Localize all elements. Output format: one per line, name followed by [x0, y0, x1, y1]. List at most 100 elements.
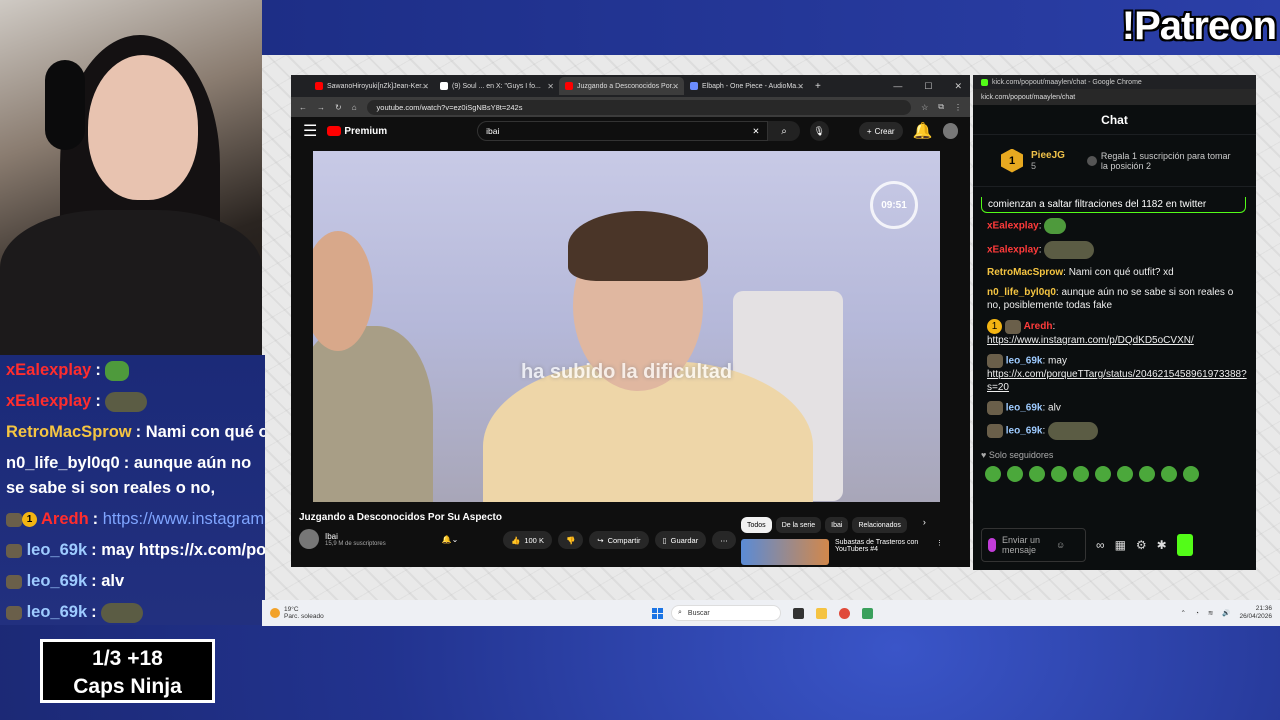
gift-sub-cta[interactable]: Regala 1 suscripción para tomar la posic… — [1086, 151, 1231, 171]
chip-relacionados[interactable]: Relacionados — [852, 517, 907, 533]
tray-chevron-icon[interactable]: ⌃ — [1181, 609, 1186, 617]
quick-emote-row — [973, 466, 1256, 482]
search-icon: ⌕ — [678, 609, 682, 616]
task-view-icon[interactable] — [793, 607, 804, 619]
chat-link[interactable]: https://x.com/porqueTTarg/status/2046215… — [987, 369, 1247, 393]
close-tab-icon[interactable]: ✕ — [422, 82, 429, 91]
wifi-icon[interactable]: ≋ — [1208, 609, 1213, 617]
puzzle-icon[interactable]: ✱ — [1157, 538, 1167, 552]
chat-username[interactable]: RetroMacSprow — [987, 267, 1063, 278]
windows-start-icon[interactable] — [652, 607, 663, 619]
chrome-icon[interactable] — [839, 607, 850, 619]
emoji-icon[interactable]: ☺ — [1056, 540, 1065, 550]
settings-gear-icon[interactable]: ⚙ — [1136, 538, 1147, 552]
youtube-play-icon — [327, 126, 342, 136]
overlay-chat-line: leo_69k: — [0, 597, 265, 628]
forward-icon[interactable]: → — [317, 103, 325, 112]
recommended-menu-icon[interactable]: ⋮ — [936, 539, 943, 565]
quick-emote-icon[interactable] — [1073, 466, 1089, 482]
app-icon[interactable] — [862, 607, 873, 619]
quick-emote-icon[interactable] — [1183, 466, 1199, 482]
quick-emote-icon[interactable] — [1051, 466, 1067, 482]
chat-username[interactable]: leo_69k — [1006, 426, 1043, 437]
more-actions-icon[interactable]: ⋯ — [712, 531, 736, 549]
taskbar-search[interactable]: ⌕ Buscar — [671, 605, 781, 621]
menu-dots-icon[interactable]: ⋮ — [954, 103, 962, 112]
video-player[interactable]: ha subido la dificultad 09:51 — [313, 151, 940, 502]
quick-emote-icon[interactable] — [1029, 466, 1045, 482]
chat-username[interactable]: n0_life_byl0q0 — [987, 287, 1056, 298]
overlay-chat-sep: : — [91, 603, 97, 621]
emotes-icon[interactable]: ∞ — [1096, 538, 1105, 552]
youtube-logo[interactable]: Premium — [327, 126, 387, 137]
chip-de-la-serie[interactable]: De la serie — [775, 517, 822, 533]
quick-emote-icon[interactable] — [1117, 466, 1133, 482]
file-explorer-icon[interactable] — [816, 607, 827, 619]
store-icon[interactable]: ▦ — [1115, 538, 1126, 552]
weather-temp: 19°C — [284, 606, 299, 613]
browser-tab[interactable]: (9) Soul ... en X: "Guys I fo... ✕ — [434, 77, 559, 95]
minimize-icon[interactable]: — — [893, 81, 902, 92]
new-tab-icon[interactable]: + — [815, 81, 821, 92]
back-icon[interactable]: ← — [299, 103, 307, 112]
quick-emote-icon[interactable] — [985, 466, 1001, 482]
chat-username[interactable]: leo_69k — [1006, 403, 1043, 414]
dislike-button[interactable]: 👎 — [557, 531, 584, 549]
clock[interactable]: 21:36 26/04/2026 — [1239, 605, 1272, 621]
mic-icon[interactable] — [988, 538, 996, 552]
browser-tab[interactable]: Elbaph - One Piece - AudioMa... ✕ — [684, 77, 809, 95]
voice-search-icon[interactable]: 🎙 — [809, 121, 829, 141]
volume-icon[interactable]: 🔊 — [1222, 609, 1230, 617]
save-button[interactable]: ▯ Guardar — [654, 531, 707, 549]
weather-widget[interactable]: 19°C Parc. soleado — [262, 606, 652, 620]
kick-url-bar[interactable]: kick.com/popout/maaylen/chat — [973, 89, 1256, 105]
browser-tab[interactable]: SawanoHiroyuki[nZk]Jean-Ker... ✕ — [309, 77, 434, 95]
overlay-chat-user: leo_69k — [26, 541, 88, 559]
like-button[interactable]: 👍 100 K — [503, 531, 552, 549]
account-avatar[interactable] — [942, 123, 959, 139]
quick-emote-icon[interactable] — [1139, 466, 1155, 482]
hamburger-menu-icon[interactable]: ☰ — [303, 121, 317, 141]
close-tab-icon[interactable]: ✕ — [672, 82, 679, 91]
quick-emote-icon[interactable] — [1095, 466, 1111, 482]
chat-link[interactable]: https://www.instagram.com/p/DQdKD5oCVXN/ — [987, 335, 1194, 346]
search-button[interactable]: ⌕ — [768, 121, 800, 141]
chat-username[interactable]: Aredh — [1024, 321, 1053, 332]
extensions-icon[interactable]: ⧉ — [938, 102, 944, 112]
chat-message: n0_life_byl0q0: aunque aún no se sabe si… — [987, 287, 1234, 311]
network-icon[interactable]: ◔ — [1195, 610, 1199, 617]
close-tab-icon[interactable]: ✕ — [797, 82, 804, 91]
url-field[interactable]: youtube.com/watch?v=ez0iSgNBsY8t=242s — [366, 99, 912, 115]
channel-name[interactable]: Ibai — [325, 532, 386, 541]
notifications-bell-icon[interactable]: 🔔 — [913, 121, 933, 141]
maximize-icon[interactable]: ☐ — [924, 81, 932, 92]
chat-message: RetroMacSprow: Nami con qué outfit? xd — [987, 267, 1174, 278]
chat-username[interactable]: leo_69k — [1006, 356, 1043, 367]
quick-emote-icon[interactable] — [1161, 466, 1177, 482]
overlay-chat-user: n0_life_byl0q0 — [6, 454, 120, 472]
tab-label: Juzgando a Desconocidos Por... — [577, 82, 678, 90]
reload-icon[interactable]: ↻ — [335, 103, 342, 112]
browser-tab-active[interactable]: Juzgando a Desconocidos Por... ✕ — [559, 77, 684, 95]
clear-search-icon[interactable]: ✕ — [752, 126, 759, 137]
chat-username[interactable]: xEalexplay — [987, 221, 1039, 232]
send-button[interactable] — [1176, 534, 1193, 556]
chat-message-input[interactable]: Enviar un mensaje ☺ — [981, 528, 1086, 562]
search-input[interactable]: ibai ✕ — [477, 121, 769, 141]
bookmark-icon[interactable]: ☆ — [921, 103, 928, 112]
chevron-right-icon[interactable]: › — [923, 517, 926, 533]
subscribe-bell-icon[interactable]: 🔔⌄ — [442, 535, 459, 544]
home-icon[interactable]: ⌂ — [352, 103, 357, 112]
chip-ibai[interactable]: Ibai — [825, 517, 849, 533]
close-tab-icon[interactable]: ✕ — [547, 82, 554, 91]
chip-todos[interactable]: Todos — [741, 517, 772, 533]
quick-emote-icon[interactable] — [1007, 466, 1023, 482]
channel-avatar[interactable] — [299, 529, 319, 549]
share-button[interactable]: ↪ Compartir — [589, 531, 649, 549]
kick-chat-window: kick.com/popout/maaylen/chat - Google Ch… — [973, 75, 1256, 570]
close-window-icon[interactable]: ✕ — [954, 81, 962, 92]
gifter-name[interactable]: PieeJG — [1031, 150, 1065, 161]
recommended-video[interactable]: Subastas de Trasteros con YouTubers #4 ⋮ — [741, 539, 943, 565]
chat-username[interactable]: xEalexplay — [987, 245, 1039, 256]
create-button[interactable]: + Crear — [858, 122, 903, 140]
